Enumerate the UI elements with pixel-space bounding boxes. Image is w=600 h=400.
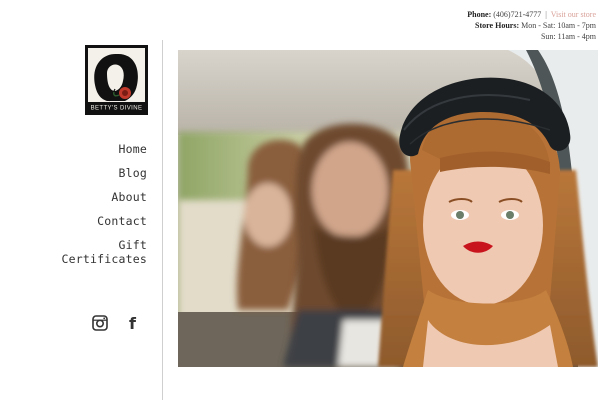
nav-about[interactable]: About — [62, 190, 147, 204]
logo-text: BETTY'S DIVINE — [91, 106, 143, 112]
hours-label: Store Hours: — [475, 21, 520, 30]
main-nav: Home Blog About Contact Gift Certificate… — [62, 142, 147, 276]
facebook-icon[interactable]: f — [126, 314, 138, 335]
phone-number[interactable]: (406)721-4777 — [493, 10, 541, 19]
social-links: f — [92, 314, 142, 335]
hours-line: Store Hours: Mon - Sat: 10am - 7pm — [467, 20, 596, 31]
nav-blog[interactable]: Blog — [62, 166, 147, 180]
hours-weekday: Mon - Sat: 10am - 7pm — [521, 21, 596, 30]
hours-sunday: Sun: 11am - 4pm — [540, 32, 596, 41]
nav-contact[interactable]: Contact — [62, 214, 147, 228]
hero-photo — [178, 50, 598, 367]
instagram-icon[interactable] — [92, 315, 108, 335]
site-logo[interactable]: BETTY'S DIVINE — [85, 45, 148, 115]
nav-gift-certificates[interactable]: Gift Certificates — [62, 238, 147, 266]
facebook-glyph: f — [129, 315, 137, 331]
store-info: Phone: (406)721-4777 | Visit our store S… — [467, 9, 596, 42]
nav-home[interactable]: Home — [62, 142, 147, 156]
nav-gift-line2: Certificates — [61, 252, 147, 266]
nav-gift-line1: Gift — [118, 238, 147, 252]
phone-line: Phone: (406)721-4777 | Visit our store — [467, 9, 596, 20]
visit-store-link[interactable]: Visit our store — [551, 10, 596, 19]
separator: | — [545, 10, 547, 19]
phone-label: Phone: — [467, 10, 492, 19]
sidebar-divider — [162, 40, 163, 400]
